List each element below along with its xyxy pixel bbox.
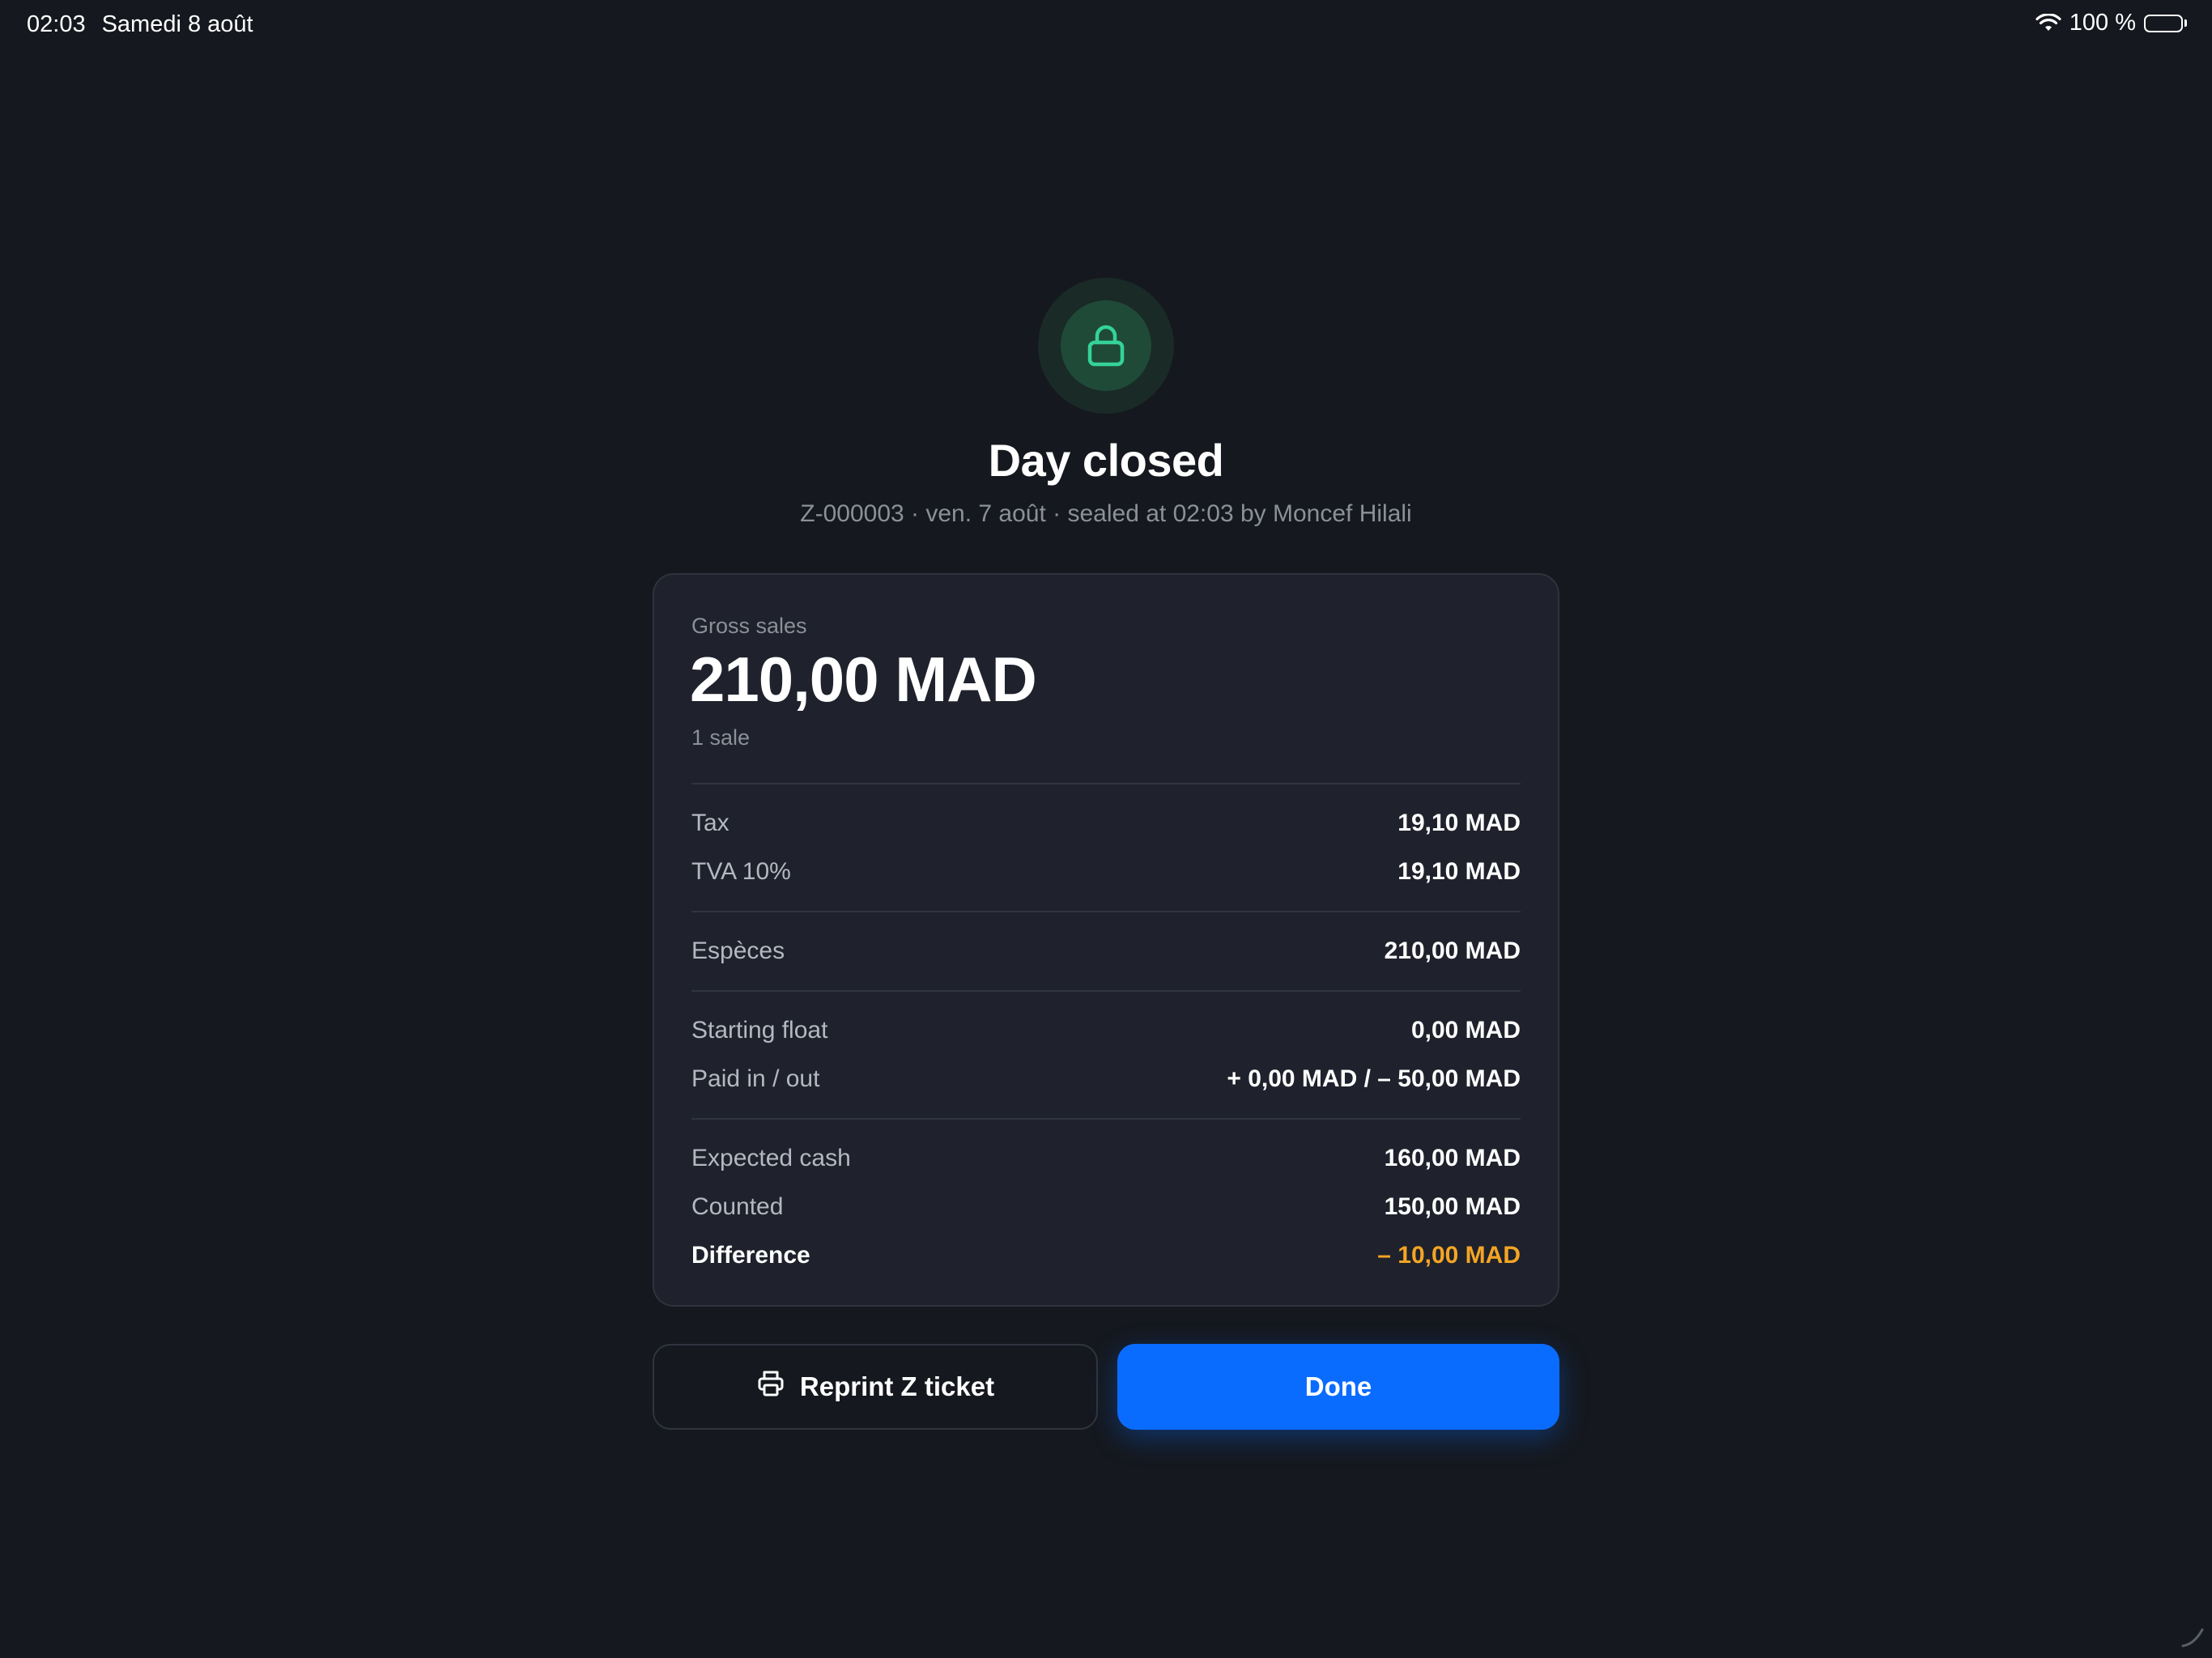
- starting-float-row: Starting float 0,00 MAD: [691, 1014, 1521, 1047]
- reprint-z-ticket-button[interactable]: Reprint Z ticket: [653, 1344, 1098, 1430]
- especes-value: 210,00 MAD: [1384, 937, 1521, 964]
- sale-count: 1 sale: [691, 725, 751, 750]
- expected-cash-value: 160,00 MAD: [1384, 1145, 1521, 1171]
- especes-label: Espèces: [691, 937, 785, 964]
- battery-percent: 100 %: [2069, 10, 2136, 36]
- day-closed-screen: 02:03 Samedi 8 août 100 % Day closed Z-0…: [0, 0, 2212, 1658]
- page-title: Day closed: [988, 435, 1224, 486]
- status-bar: 02:03 Samedi 8 août 100 %: [0, 0, 2212, 52]
- divider: [691, 1118, 1521, 1120]
- divider: [691, 911, 1521, 912]
- difference-value: – 10,00 MAD: [1377, 1242, 1521, 1269]
- done-button[interactable]: Done: [1117, 1344, 1559, 1430]
- reprint-label: Reprint Z ticket: [799, 1371, 995, 1401]
- tax-row: Tax 19,10 MAD: [691, 807, 1521, 840]
- difference-row: Difference – 10,00 MAD: [691, 1239, 1521, 1272]
- divider: [691, 783, 1521, 784]
- lock-badge: [1038, 278, 1174, 414]
- tva-value: 19,10 MAD: [1397, 858, 1521, 885]
- counted-label: Counted: [691, 1193, 784, 1220]
- lock-icon: [1061, 300, 1151, 391]
- expected-cash-row: Expected cash 160,00 MAD: [691, 1142, 1521, 1175]
- paid-in-out-label: Paid in / out: [691, 1065, 820, 1092]
- gross-sales-value: 210,00 MAD: [690, 644, 1037, 715]
- especes-row: Espèces 210,00 MAD: [691, 935, 1521, 967]
- divider: [691, 990, 1521, 992]
- tva-row: TVA 10% 19,10 MAD: [691, 856, 1521, 888]
- paid-in-out-value: + 0,00 MAD / – 50,00 MAD: [1227, 1065, 1521, 1092]
- z-report-card: Gross sales 210,00 MAD 1 sale Tax 19,10 …: [653, 573, 1559, 1307]
- done-label: Done: [1304, 1371, 1372, 1401]
- tax-value: 19,10 MAD: [1397, 810, 1521, 836]
- status-left: 02:03 Samedi 8 août: [27, 11, 253, 38]
- starting-float-value: 0,00 MAD: [1410, 1017, 1521, 1044]
- expected-cash-label: Expected cash: [691, 1145, 851, 1171]
- tax-label: Tax: [691, 810, 730, 836]
- starting-float-label: Starting float: [691, 1017, 828, 1044]
- page-subtitle: Z-000003 · ven. 7 août · sealed at 02:03…: [800, 500, 1412, 527]
- paid-in-out-row: Paid in / out + 0,00 MAD / – 50,00 MAD: [691, 1063, 1521, 1095]
- gross-sales-label: Gross sales: [691, 614, 807, 638]
- difference-label: Difference: [691, 1242, 810, 1269]
- status-right: 100 %: [2035, 10, 2187, 36]
- corner-indicator-icon: [2178, 1622, 2207, 1655]
- printer-icon: [756, 1369, 785, 1405]
- tva-label: TVA 10%: [691, 858, 791, 885]
- counted-value: 150,00 MAD: [1384, 1193, 1521, 1220]
- battery-icon: [2144, 14, 2187, 32]
- status-time: 02:03: [27, 11, 86, 37]
- wifi-icon: [2035, 13, 2061, 33]
- counted-row: Counted 150,00 MAD: [691, 1191, 1521, 1223]
- status-date: Samedi 8 août: [101, 11, 253, 37]
